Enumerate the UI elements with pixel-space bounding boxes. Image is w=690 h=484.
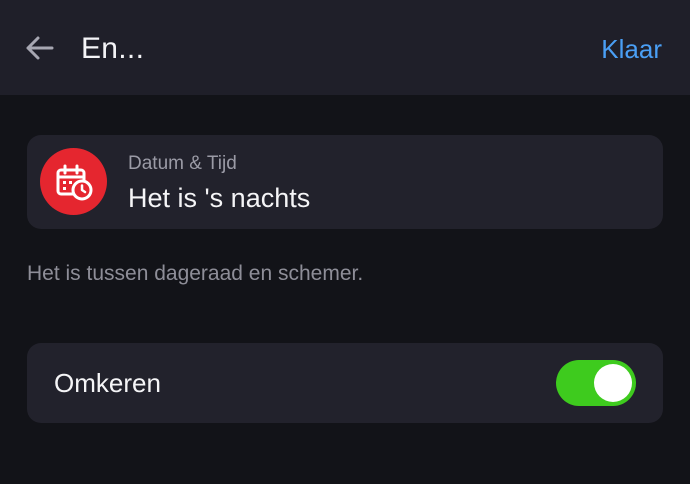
- toggle-knob: [594, 364, 632, 402]
- app-bar: En... Klaar: [0, 0, 690, 95]
- arrow-left-icon: [26, 36, 54, 60]
- trigger-description: Het is tussen dageraad en schemer.: [27, 262, 364, 285]
- back-button[interactable]: [18, 30, 60, 66]
- trigger-icon-badge: [40, 148, 107, 215]
- page-title: En...: [81, 32, 145, 65]
- trigger-value: Het is 's nachts: [128, 183, 311, 213]
- trigger-category-label: Datum & Tijd: [128, 153, 237, 174]
- calendar-clock-icon: [56, 164, 92, 200]
- trigger-card[interactable]: Datum & Tijd Het is 's nachts: [27, 135, 663, 229]
- done-button[interactable]: Klaar: [601, 31, 662, 67]
- invert-toggle[interactable]: [556, 360, 636, 406]
- invert-row: Omkeren: [27, 343, 663, 423]
- invert-label: Omkeren: [54, 368, 161, 398]
